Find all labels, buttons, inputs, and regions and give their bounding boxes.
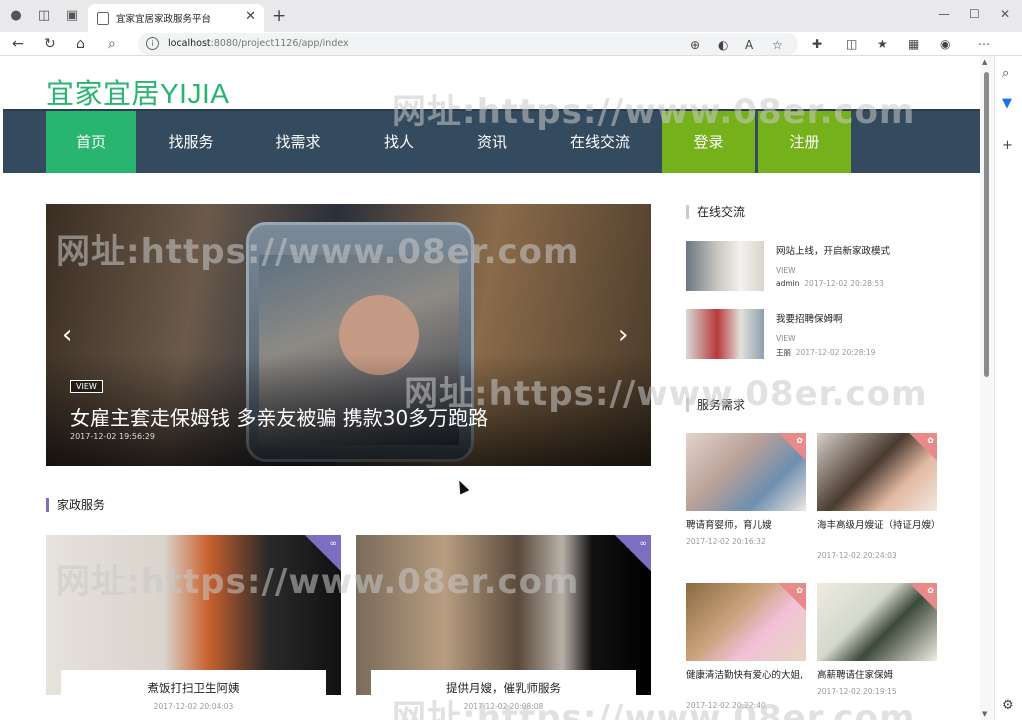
chat-item[interactable]: 网站上线，开启新家政模式 VIEW admin 2017-12-02 20:28… — [686, 241, 966, 301]
service-card[interactable]: ∞ 提供月嫂，催乳师服务 2017-12-02 20:08:08 — [356, 535, 651, 720]
service-badge-icon: ∞ — [615, 535, 651, 571]
copilot-icon[interactable]: ◉ — [940, 37, 950, 51]
chat-view-tag[interactable]: VIEW — [776, 266, 796, 275]
tab-title: 宜家宜居家政服务平台 — [116, 14, 212, 25]
browser-tab[interactable]: 宜家宜居家政服务平台 ✕ — [88, 4, 264, 32]
chat-title[interactable]: 网站上线，开启新家政模式 — [776, 243, 890, 257]
nav-find-people[interactable]: 找人 — [354, 111, 444, 173]
nav-login[interactable]: 登录 — [662, 111, 755, 173]
chat-item[interactable]: 我要招聘保姆啊 VIEW 王丽 2017-12-02 20:28:19 — [686, 309, 966, 369]
back-icon[interactable]: ← — [12, 36, 24, 52]
site-logo[interactable]: 宜家宜居YIJIA — [46, 72, 229, 112]
need-date: 2017-12-02 20:19:15 — [817, 687, 897, 696]
window-close-icon[interactable]: ✕ — [1000, 7, 1010, 21]
need-title[interactable]: 高薪聘请住家保姆 — [817, 669, 937, 683]
carousel-view-tag[interactable]: VIEW — [70, 380, 103, 393]
tab-favicon-icon — [97, 12, 109, 25]
scroll-down-icon[interactable]: ▼ — [982, 710, 987, 718]
translate-icon[interactable]: ◐ — [718, 38, 728, 52]
extensions-icon[interactable]: ✚ — [812, 37, 822, 51]
web-page: 宜家宜居YIJIA 首页 找服务 找需求 找人 资讯 在线交流 登录 注册 ‹ … — [0, 56, 980, 720]
news-carousel[interactable]: ‹ › VIEW 女雇主套走保姆钱 多亲友被骗 携款30多万跑路 2017-12… — [46, 204, 651, 466]
service-card[interactable]: ∞ 煮饭打扫卫生阿姨 2017-12-02 20:04:03 — [46, 535, 341, 720]
carousel-prev-icon[interactable]: ‹ — [62, 322, 72, 348]
service-badge-icon: ∞ — [305, 535, 341, 571]
need-date: 2017-12-02 20:16:32 — [686, 537, 766, 546]
split-icon[interactable]: ◫ — [846, 37, 857, 51]
service-date: 2017-12-02 20:04:03 — [153, 702, 234, 711]
carousel-title[interactable]: 女雇主套走保姆钱 多亲友被骗 携款30多万跑路 — [70, 402, 488, 431]
profile-icon[interactable]: ● — [8, 8, 24, 24]
scroll-up-icon[interactable]: ▲ — [982, 58, 987, 66]
need-card[interactable]: ✿ 高薪聘请住家保姆 2017-12-02 20:19:15 — [817, 583, 937, 713]
more-menu-icon[interactable]: ⋯ — [978, 37, 990, 51]
need-title[interactable]: 聘请育婴师，育儿嫂 — [686, 519, 806, 533]
sidebar-add-icon[interactable]: + — [1002, 138, 1013, 153]
chat-meta: 王丽 2017-12-02 20:28:19 — [776, 348, 876, 357]
nav-register[interactable]: 注册 — [758, 111, 851, 173]
info-icon[interactable]: i — [146, 37, 159, 50]
workspaces-icon[interactable]: ◫ — [36, 8, 52, 24]
refresh-icon[interactable]: ↻ — [44, 36, 56, 52]
need-date: 2017-12-02 20:24:03 — [817, 551, 897, 560]
chat-view-tag[interactable]: VIEW — [776, 334, 796, 343]
page-scrollbar[interactable]: ▲ ▼ — [980, 56, 993, 720]
sidebar-bing-icon[interactable]: ▼ — [1002, 96, 1012, 111]
nav-find-demand[interactable]: 找需求 — [253, 111, 343, 173]
carousel-next-icon[interactable]: › — [618, 322, 628, 348]
service-date: 2017-12-02 20:08:08 — [463, 702, 544, 711]
chat-thumbnail — [686, 241, 764, 291]
chat-meta: admin 2017-12-02 20:28:53 — [776, 279, 884, 288]
scroll-thumb[interactable] — [984, 72, 989, 377]
minimize-icon[interactable]: — — [938, 7, 950, 21]
maximize-icon[interactable]: ☐ — [969, 7, 980, 21]
sidebar-settings-icon[interactable]: ⚙ — [1002, 698, 1014, 713]
need-date: 2017-12-02 20:22:40 — [686, 701, 766, 710]
tab-actions-icon[interactable]: ▣ — [64, 8, 80, 24]
need-title[interactable]: 健康清洁勤快有爱心的大姐, — [686, 669, 806, 683]
zoom-icon[interactable]: ⊕ — [690, 38, 700, 52]
new-tab-icon[interactable]: + — [272, 6, 286, 26]
chat-title[interactable]: 我要招聘保姆啊 — [776, 311, 843, 325]
need-title[interactable]: 海丰高级月嫂证（持证月嫂） — [817, 519, 941, 533]
needs-heading: 服务需求 — [686, 398, 745, 412]
url-text: localhost:8080/project1126/app/index — [168, 38, 349, 49]
read-aloud-icon[interactable]: A — [745, 38, 753, 52]
main-nav: 首页 找服务 找需求 找人 资讯 在线交流 登录 注册 — [3, 109, 980, 173]
chat-heading: 在线交流 — [686, 205, 745, 219]
collections-icon[interactable]: ▦ — [908, 37, 919, 51]
need-image: ✿ — [817, 583, 937, 661]
nav-home[interactable]: 首页 — [46, 111, 136, 173]
need-image: ✿ — [686, 583, 806, 661]
favorites-icon[interactable]: ★ — [877, 37, 888, 51]
carousel-date: 2017-12-02 19:56:29 — [70, 432, 155, 441]
need-image: ✿ — [817, 433, 937, 511]
service-name[interactable]: 提供月嫂，催乳师服务 — [371, 680, 636, 696]
need-card[interactable]: ✿ 海丰高级月嫂证（持证月嫂） 2017-12-02 20:24:03 — [817, 433, 941, 563]
favorite-icon[interactable]: ☆ — [772, 38, 783, 52]
mouse-cursor — [454, 478, 470, 495]
chat-thumbnail — [686, 309, 764, 359]
url-bar[interactable]: i localhost:8080/project1126/app/index ⊕… — [138, 33, 798, 55]
sidebar-search-icon[interactable]: ⌕ — [1002, 66, 1009, 81]
need-card[interactable]: ✿ 健康清洁勤快有爱心的大姐, 2017-12-02 20:22:40 — [686, 583, 806, 713]
nav-online-chat[interactable]: 在线交流 — [550, 111, 650, 173]
edge-sidebar: ⌕ ▼ + ⚙ — [994, 56, 1022, 720]
need-image: ✿ — [686, 433, 806, 511]
nav-news[interactable]: 资讯 — [447, 111, 537, 173]
tab-close-icon[interactable]: ✕ — [245, 9, 256, 24]
nav-find-service[interactable]: 找服务 — [146, 111, 236, 173]
home-icon[interactable]: ⌂ — [76, 36, 85, 52]
need-card[interactable]: ✿ 聘请育婴师，育儿嫂 2017-12-02 20:16:32 — [686, 433, 806, 563]
service-name[interactable]: 煮饭打扫卫生阿姨 — [61, 680, 326, 696]
browser-tab-bar: ● ◫ ▣ 宜家宜居家政服务平台 ✕ + — ☐ ✕ — [0, 0, 1022, 32]
search-icon[interactable]: ⌕ — [108, 36, 116, 52]
address-toolbar: ← ↻ ⌂ ⌕ i localhost:8080/project1126/app… — [0, 32, 1022, 56]
services-heading: 家政服务 — [46, 498, 105, 512]
